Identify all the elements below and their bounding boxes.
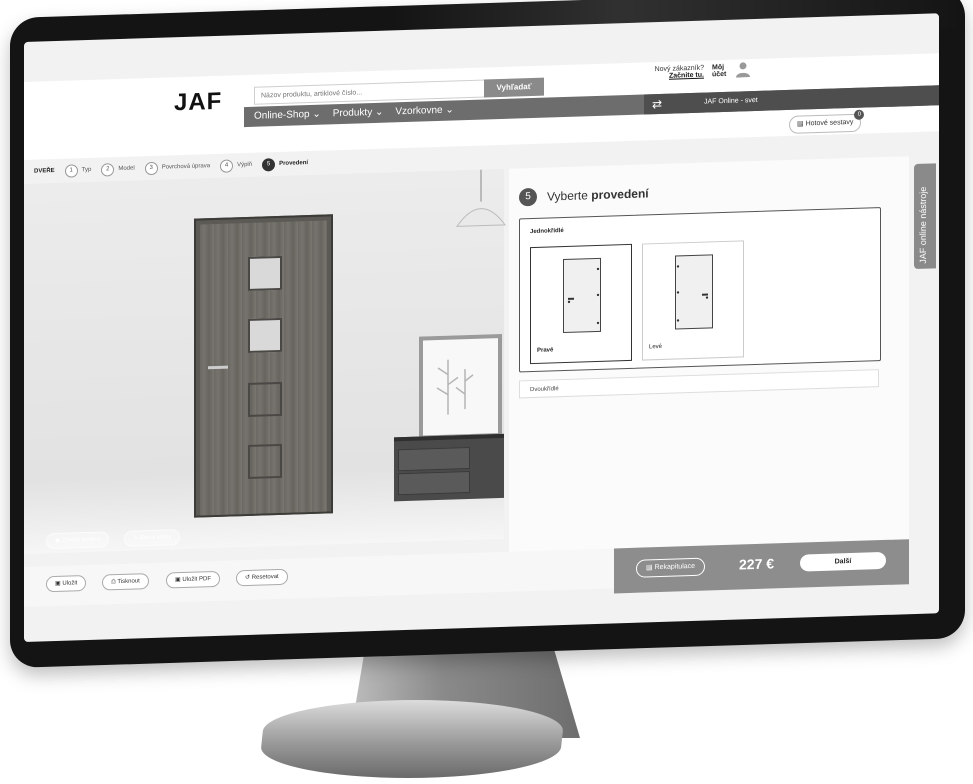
swap-arrows-icon: ⇄ [652,96,663,112]
panel-step-number: 5 [519,187,537,207]
reset-icon: ↺ [245,574,252,582]
monitor-stand-base [257,700,567,778]
step-type[interactable]: 1 Typ [64,163,92,178]
print-button[interactable]: ⎙ Tisknout [102,573,149,591]
save-pdf-button[interactable]: ▣ Uložit PDF [166,570,221,589]
step-label: Povrchová úprava [161,163,211,171]
door-panel [248,443,282,479]
search-button[interactable]: Vyhľadať [484,77,544,98]
reset-label: Resetovat [251,573,279,581]
next-button[interactable]: Další [800,551,886,572]
wall-picture [419,333,502,440]
nav-showrooms[interactable]: Vzorkovne ⌄ [395,100,453,122]
step-label: Model [118,165,135,173]
print-label: Tisknout [117,578,140,586]
step-model[interactable]: 2 Model [101,162,135,177]
site-header: JAF Vyhľadať Nový zákazník? Začnite tu. … [24,53,939,161]
dresser-drawer [398,470,470,496]
change-view-button[interactable]: ◉ Změnit pohled [46,531,109,550]
door-frame [194,214,333,518]
left-door-diagram-icon [676,265,709,322]
heading-plain: Vyberte [547,188,588,204]
ready-sets-label: Hotové sestavy [805,118,854,128]
dresser-drawer [398,446,470,472]
online-tools-label: JAF online nástroje [918,186,928,264]
save-button[interactable]: ▣ Uložit [46,575,87,593]
wall-color-button[interactable]: ✎ Barva stěny [124,529,181,547]
total-price: 227 € [739,555,775,573]
nav-menu: Online-Shop ⌄ Produkty ⌄ Vzorkovne ⌄ [244,100,454,127]
door-right-icon [563,257,601,334]
door-leaf [200,220,327,516]
step-label: Provedení [279,160,309,167]
camera-icon: ◉ [55,537,62,545]
recap-label: Rekapitulace [654,562,696,572]
step-surface[interactable]: 3 Povrchová úprava [144,160,211,175]
options-panel: 5 Vyberte provedení Jednokřídlé Pravé Le… [509,156,909,574]
online-world-bar[interactable]: ⇄ JAF Online - svet [644,85,939,115]
wall-color-label: Barva stěny [139,534,172,542]
user-icon[interactable] [736,61,750,78]
save-label: Uložit [62,580,78,587]
step-number: 1 [64,163,78,178]
online-tools-tab[interactable]: JAF online nástroje [914,163,936,270]
steps-title: DVEŘE [34,168,55,175]
ready-sets-badge: 0 [854,109,865,120]
change-view-label: Změnit pohled [61,536,100,544]
panel-title: 5 Vyberte provedení [519,184,649,207]
step-number: 3 [144,161,158,175]
option-right-label: Pravé [537,347,554,354]
reset-button[interactable]: ↺ Resetovat [236,568,288,587]
step-number: 5 [262,157,276,172]
new-customer-block: Nový zákazník? Začnite tu. [634,65,704,81]
ready-sets-button[interactable]: ▤ Hotové sestavy 0 [789,109,865,134]
option-left-label: Levé [649,343,663,351]
account-link[interactable]: Môj účet [712,64,726,78]
door-glass-pane [248,255,282,291]
step-label: Typ [81,166,92,174]
single-leaf-group: Jednokřídlé Pravé Levé [519,207,881,373]
nav-products[interactable]: Produkty ⌄ [333,103,384,125]
step-label: Výplň [237,161,253,169]
recap-button[interactable]: ▤ Rekapitulace [636,557,706,578]
option-right[interactable]: Pravé [530,243,632,365]
panel-heading: Vyberte provedení [547,186,649,203]
door-preview: ◉ Změnit pohled ✎ Barva stěny [24,168,506,554]
door-glass-pane [248,317,282,353]
recap-icon: ▤ [646,564,655,572]
door-left-icon [675,254,713,330]
save-pdf-label: Uložit PDF [182,576,212,584]
dresser [394,433,504,502]
account-line2: účet [712,70,727,79]
step-filling[interactable]: 4 Výplň [220,158,253,173]
heading-bold: provedení [591,186,649,203]
online-world-label: JAF Online - svet [704,96,758,106]
option-left[interactable]: Levé [642,240,744,361]
list-icon: ▤ [797,120,806,128]
door-panel [248,381,282,417]
screen: JAF Vyhľadať Nový zákazník? Začnite tu. … [24,13,939,642]
bottom-actions: ▣ Uložit ⎙ Tisknout ▣ Uložit PDF ↺ Reset… [24,548,614,607]
step-execution[interactable]: 5 Provedení [262,157,309,172]
brush-icon: ✎ [133,535,140,542]
plant-artwork-icon [436,359,474,415]
single-leaf-label: Jednokřídlé [530,228,564,236]
nav-online-shop[interactable]: Online-Shop ⌄ [254,105,321,127]
right-door-diagram-icon [567,267,600,325]
cart-bar: ▤ Rekapitulace 227 € Další [614,539,909,594]
step-number: 4 [220,158,234,173]
jaf-logo[interactable]: JAF [174,88,222,118]
double-leaf-group[interactable]: Dvoukřídlé [519,369,879,399]
step-number: 2 [101,162,115,177]
door-handle [208,365,228,370]
pendant-lamp [456,169,506,227]
register-link[interactable]: Začnite tu. [634,72,704,81]
